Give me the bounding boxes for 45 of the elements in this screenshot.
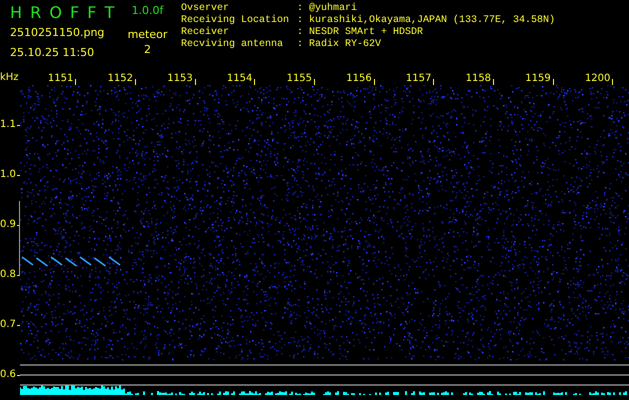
time-label: 1155 [286, 73, 312, 85]
info-label: Recviving antenna [181, 39, 284, 51]
time-label: 1159 [525, 73, 551, 85]
time-label: 1200 [584, 73, 610, 85]
axis-tick [493, 79, 494, 85]
frequency-label: 1.0 [0, 169, 16, 181]
frequency-label: 0.7 [0, 319, 16, 331]
frequency-label: 1.1 [0, 119, 16, 131]
info-value: NESDR SMArt + HDSDR [309, 27, 424, 38]
axis-tick [433, 79, 434, 85]
time-label: 1154 [226, 73, 252, 85]
axis-tick [254, 79, 256, 85]
unit-label: kHz [0, 71, 20, 85]
axis-tick [552, 79, 554, 85]
info-separator: : [297, 15, 304, 27]
info-separator: : [297, 3, 304, 15]
info-separator: : [297, 27, 304, 39]
info-value: kurashiki,Okayama,JAPAN (133.77E, 34.58N) [309, 15, 556, 27]
info-label: Receiver [181, 27, 230, 38]
frequency-label: 0.6 [0, 369, 16, 381]
axis-tick [612, 79, 614, 85]
app-title: H R O F F T [10, 2, 114, 24]
meteor-count: 2 [144, 43, 151, 57]
frequency-label: 0.9 [0, 219, 16, 231]
info-value: Radix RY-62V [309, 39, 382, 51]
info-value: @yuhmari [309, 3, 358, 14]
time-label: 1158 [466, 73, 492, 85]
axis-tick [374, 79, 375, 85]
info-label: Receiving Location [181, 15, 290, 26]
time-label: 1152 [108, 73, 134, 85]
file-name: 2510251150.png [10, 26, 106, 40]
time-label: 1156 [346, 73, 372, 85]
axis-tick [194, 79, 196, 85]
axis-tick [75, 79, 76, 85]
time-label: 1157 [406, 73, 432, 85]
time-label: 1151 [48, 73, 74, 85]
info-label: Ovserver [181, 3, 230, 14]
info-separator: : [297, 39, 304, 51]
version-label: 1.0.0f [132, 3, 164, 19]
frequency-label: 0.8 [0, 269, 16, 281]
timestamp: 25.10.25 11:50 [10, 46, 96, 60]
meteor-label: meteor [128, 28, 168, 42]
axis-tick [314, 79, 316, 85]
axis-tick [135, 79, 136, 85]
time-label: 1153 [167, 73, 193, 85]
